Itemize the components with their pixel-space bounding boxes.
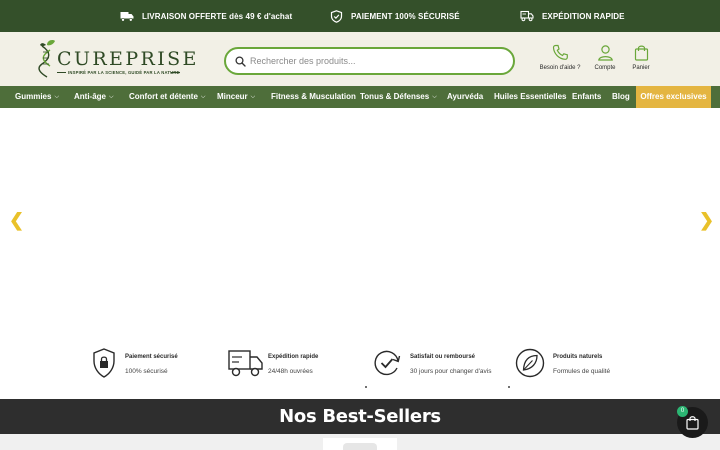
slider-prev-arrow[interactable]: ❮ — [9, 211, 24, 229]
chevron-down-icon: ⌵ — [109, 94, 114, 100]
announcement-free-shipping-text: LIVRAISON OFFERTE dès 49 € d'achat — [142, 11, 293, 21]
bestsellers-heading: Nos Best-Sellers — [279, 406, 441, 427]
shopping-bag-icon — [686, 416, 699, 430]
announcement-secure-payment: PAIEMENT 100% SÉCURISÉ — [330, 0, 460, 32]
feature-desc: Formules de qualité — [553, 368, 611, 375]
cart-count-badge: 0 — [677, 406, 688, 417]
nav-item-ayurveda[interactable]: Ayurvéda — [447, 86, 483, 108]
chevron-down-icon: ⌵ — [250, 94, 256, 100]
fast-truck-icon — [520, 10, 534, 22]
feature-desc: 30 jours pour changer d'avis — [410, 368, 492, 375]
bestsellers-banner: Nos Best-Sellers — [0, 399, 720, 434]
feature-fast-shipping: Expédition rapide 24/48h ouvrées — [228, 348, 358, 384]
nav-item-enfants[interactable]: Enfants — [572, 86, 601, 108]
product-image — [343, 443, 377, 450]
nav-item-anti-age[interactable]: Anti-âge ⌵ — [74, 86, 114, 108]
shopping-bag-icon — [634, 45, 648, 61]
nav-item-blog[interactable]: Blog — [612, 86, 630, 108]
brand-tagline: INSPIRÉ PAR LA SCIENCE, GUIDÉ PAR LA NAT… — [68, 70, 180, 75]
tagline-divider-right — [171, 72, 180, 73]
feature-desc: 100% sécurisé — [125, 368, 168, 375]
truck-icon — [228, 350, 263, 377]
leaf-icon — [515, 348, 545, 378]
feature-divider-dot — [365, 386, 367, 388]
feature-natural-products: Produits naturels Formules de qualité — [515, 348, 645, 384]
nav-item-minceur[interactable]: Minceur ⌵ — [217, 86, 255, 108]
product-card[interactable] — [323, 438, 397, 450]
cart-label: Panier — [632, 65, 650, 71]
nav-item-tonus-defenses[interactable]: Tonus & Défenses ⌵ — [360, 86, 437, 108]
announcement-fast-shipping-text: EXPÉDITION RAPIDE — [542, 11, 625, 21]
site-header: CUREPRISE INSPIRÉ PAR LA SCIENCE, GUIDÉ … — [0, 32, 720, 86]
nav-item-exclusive-offers[interactable]: Offres exclusives — [636, 86, 711, 108]
feature-title: Expédition rapide — [268, 354, 319, 360]
announcement-secure-payment-text: PAIEMENT 100% SÉCURISÉ — [351, 11, 460, 21]
search-bar[interactable] — [224, 47, 515, 75]
feature-title: Satisfait ou remboursé — [410, 354, 476, 360]
feature-desc: 24/48h ouvrées — [268, 368, 313, 375]
dna-leaf-icon — [38, 40, 55, 78]
feature-satisfaction: Satisfait ou remboursé 30 jours pour cha… — [372, 348, 502, 384]
nav-item-huiles-essentielles[interactable]: Huiles Essentielles — [494, 86, 566, 108]
refresh-check-icon — [374, 350, 401, 376]
nav-item-gummies[interactable]: Gummies ⌵ — [15, 86, 59, 108]
help-label: Besoin d'aide ? — [539, 65, 581, 71]
main-nav: Gummies ⌵ Anti-âge ⌵ Confort et détente ⌵ M… — [0, 86, 720, 108]
chevron-down-icon: ⌵ — [200, 94, 206, 100]
brand-name: CUREPRISE — [57, 48, 199, 70]
shield-check-icon — [330, 9, 343, 23]
feature-title: Paiement sécurisé — [125, 354, 178, 360]
slider-next-arrow[interactable]: ❯ — [699, 211, 714, 229]
hero-slider: ❮ ❯ — [0, 108, 720, 333]
announcement-bar: LIVRAISON OFFERTE dès 49 € d'achat PAIEM… — [0, 0, 720, 32]
user-icon — [597, 45, 613, 61]
announcement-fast-shipping: EXPÉDITION RAPIDE — [520, 0, 625, 32]
announcement-free-shipping: LIVRAISON OFFERTE dès 49 € d'achat — [120, 0, 292, 32]
chevron-down-icon: ⌵ — [432, 94, 437, 100]
phone-icon — [552, 44, 568, 60]
help-button[interactable]: Besoin d'aide ? — [535, 44, 585, 71]
chevron-down-icon: ⌵ — [54, 94, 60, 100]
nav-item-confort-detente[interactable]: Confort et détente ⌵ — [129, 86, 205, 108]
search-icon[interactable] — [235, 56, 246, 67]
tagline-divider-left — [57, 72, 66, 73]
lock-shield-icon — [93, 348, 115, 378]
feature-secure-payment: Paiement sécurisé 100% sécurisé — [92, 348, 222, 384]
delivery-truck-icon — [120, 11, 134, 22]
feature-title: Produits naturels — [553, 354, 603, 360]
feature-divider-dot — [508, 386, 510, 388]
search-input[interactable] — [250, 53, 505, 69]
brand-logo[interactable]: CUREPRISE INSPIRÉ PAR LA SCIENCE, GUIDÉ … — [38, 40, 196, 80]
cart-button[interactable]: Panier — [616, 44, 666, 71]
nav-item-fitness[interactable]: Fitness & Musculation — [271, 86, 356, 108]
